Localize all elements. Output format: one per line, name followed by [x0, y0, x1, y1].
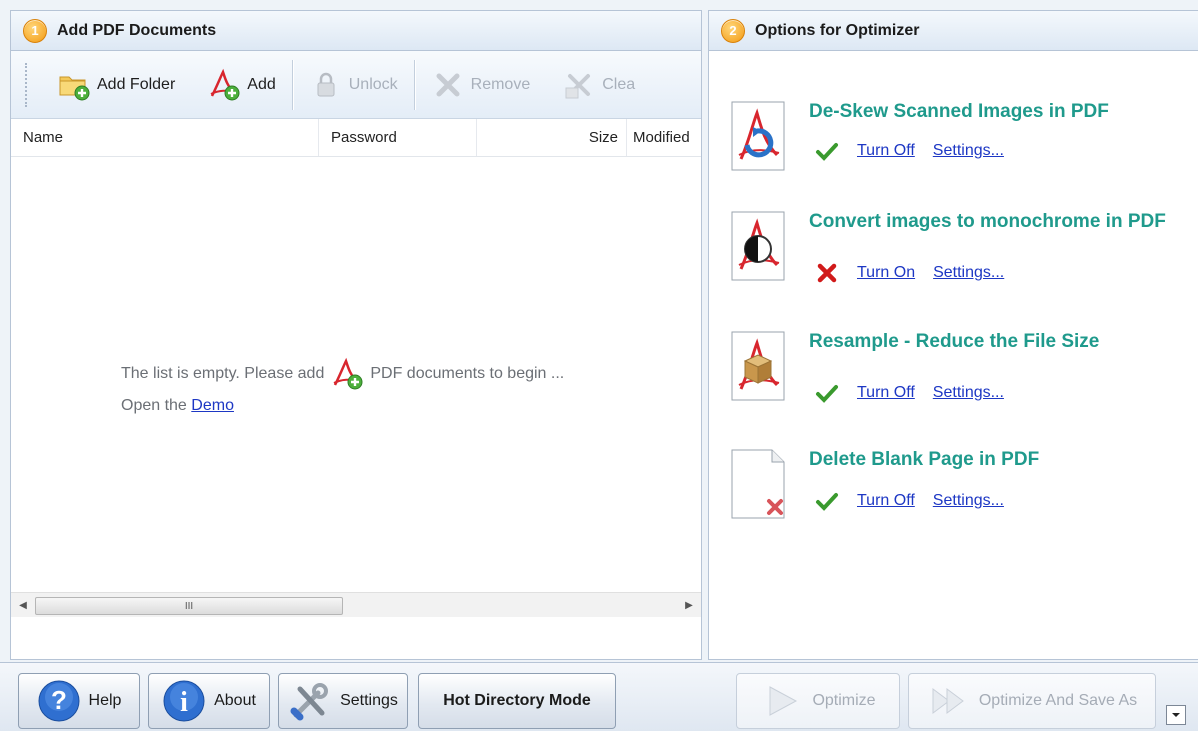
resample-box-icon [731, 331, 785, 401]
optimize-label: Optimize [812, 692, 876, 709]
optimize-and-save-as-button[interactable]: Optimize And Save As [908, 673, 1156, 729]
remove-x-icon [436, 73, 460, 96]
documents-table-header: Name Password Size Modified [11, 119, 701, 157]
toggle-link[interactable]: Turn Off [857, 142, 915, 160]
horizontal-scrollbar[interactable]: ◀ III ▶ [11, 592, 701, 617]
option-title: Delete Blank Page in PDF [809, 449, 1040, 470]
about-label: About [214, 692, 256, 709]
empty-list-message: The list is empty. Please add PDF docume… [121, 357, 564, 391]
lock-icon [317, 72, 335, 96]
svg-text:?: ? [51, 685, 67, 715]
unlock-button[interactable]: Unlock [293, 63, 414, 107]
add-label: Add [247, 75, 276, 93]
option-title: De-Skew Scanned Images in PDF [809, 101, 1109, 122]
optimize-save-as-label: Optimize And Save As [978, 692, 1138, 709]
column-size[interactable]: Size [477, 119, 627, 156]
chevron-down-icon [1172, 713, 1180, 717]
scroll-track[interactable]: III [35, 596, 677, 615]
step-badge-2: 2 [721, 18, 745, 43]
add-documents-header: 1 Add PDF Documents [11, 11, 701, 51]
toggle-link[interactable]: Turn Off [857, 384, 915, 402]
svg-text:i: i [180, 687, 188, 718]
toolbar-grip[interactable] [25, 62, 31, 107]
option-delete-blank: Delete Blank Page in PDF Turn Off Settin… [731, 449, 1197, 541]
option-deskew: De-Skew Scanned Images in PDF Turn Off S… [731, 101, 1197, 193]
settings-link[interactable]: Settings... [933, 264, 1004, 282]
option-title: Resample - Reduce the File Size [809, 331, 1100, 352]
unlock-label: Unlock [348, 75, 398, 93]
optimizer-options-header: 2 Options for Optimizer [709, 11, 1198, 51]
column-name[interactable]: Name [11, 119, 319, 156]
help-label: Help [88, 692, 122, 709]
add-documents-panel: 1 Add PDF Documents Add Folder Add Unloc… [10, 10, 702, 660]
demo-link[interactable]: Demo [191, 397, 234, 414]
hot-directory-mode-button[interactable]: Hot Directory Mode [418, 673, 616, 729]
deskew-icon [731, 101, 785, 171]
scroll-left-icon[interactable]: ◀ [11, 593, 35, 617]
open-the-text: Open the [121, 397, 187, 414]
scroll-right-icon[interactable]: ▶ [677, 593, 701, 617]
panel-title: Add PDF Documents [57, 21, 217, 39]
about-button[interactable]: i About [148, 673, 270, 729]
option-controls: Turn Off Settings... [815, 489, 1004, 513]
monochrome-icon [731, 211, 785, 281]
documents-toolbar: Add Folder Add Unlock Remove Clea [11, 51, 701, 119]
settings-link[interactable]: Settings... [933, 492, 1004, 510]
toggle-link[interactable]: Turn On [857, 264, 915, 282]
settings-button[interactable]: Settings [278, 673, 408, 729]
clear-label: Clea [602, 75, 636, 93]
column-modified[interactable]: Modified [627, 119, 701, 156]
clear-button[interactable]: Clea [546, 63, 651, 107]
check-icon [816, 143, 838, 161]
scroll-thumb[interactable]: III [35, 597, 343, 615]
option-controls: Turn On Settings... [815, 261, 1004, 285]
open-demo-line: Open the Demo [121, 397, 234, 415]
hot-directory-label: Hot Directory Mode [443, 692, 591, 709]
folder-add-icon [59, 76, 90, 100]
empty-message-end: PDF documents to begin ... [370, 365, 565, 382]
settings-link[interactable]: Settings... [933, 142, 1004, 160]
panel-title: Options for Optimizer [755, 21, 920, 39]
double-arrow-icon [932, 688, 964, 714]
step-badge-1: 1 [23, 18, 47, 43]
remove-button[interactable]: Remove [415, 63, 547, 107]
settings-label: Settings [340, 692, 398, 709]
option-controls: Turn Off Settings... [815, 381, 1004, 405]
cross-icon [817, 263, 837, 283]
add-folder-button[interactable]: Add Folder [41, 63, 191, 107]
check-icon [816, 493, 838, 511]
tools-icon [290, 683, 329, 721]
info-icon: i [163, 680, 205, 722]
option-monochrome: Convert images to monochrome in PDF Turn… [731, 211, 1197, 303]
app-window: 1 Add PDF Documents Add Folder Add Unloc… [0, 0, 1198, 731]
option-title: Convert images to monochrome in PDF [809, 211, 1166, 232]
bottom-action-bar: ? Help i About Settings Hot Directory Mo… [0, 662, 1198, 731]
blank-page-delete-icon [731, 449, 785, 519]
play-arrow-icon [769, 686, 798, 716]
help-icon: ? [38, 680, 80, 722]
empty-message-start: The list is empty. Please add [121, 365, 325, 382]
clear-icon [565, 73, 591, 98]
documents-list[interactable]: The list is empty. Please add PDF docume… [11, 157, 701, 617]
pdf-add-icon [210, 68, 240, 100]
help-button[interactable]: ? Help [18, 673, 140, 729]
settings-link[interactable]: Settings... [933, 384, 1004, 402]
optimize-button[interactable]: Optimize [736, 673, 900, 729]
add-button[interactable]: Add [191, 63, 291, 107]
optimizer-options-panel: 2 Options for Optimizer De-Skew Scanned … [708, 10, 1198, 660]
check-icon [816, 385, 838, 403]
column-password[interactable]: Password [319, 119, 477, 156]
option-resample: Resample - Reduce the File Size Turn Off… [731, 331, 1197, 423]
remove-label: Remove [470, 75, 531, 93]
option-controls: Turn Off Settings... [815, 139, 1004, 163]
dropdown-menu-button[interactable] [1166, 705, 1186, 725]
add-folder-label: Add Folder [97, 75, 176, 93]
toggle-link[interactable]: Turn Off [857, 492, 915, 510]
pdf-add-icon [333, 357, 363, 390]
